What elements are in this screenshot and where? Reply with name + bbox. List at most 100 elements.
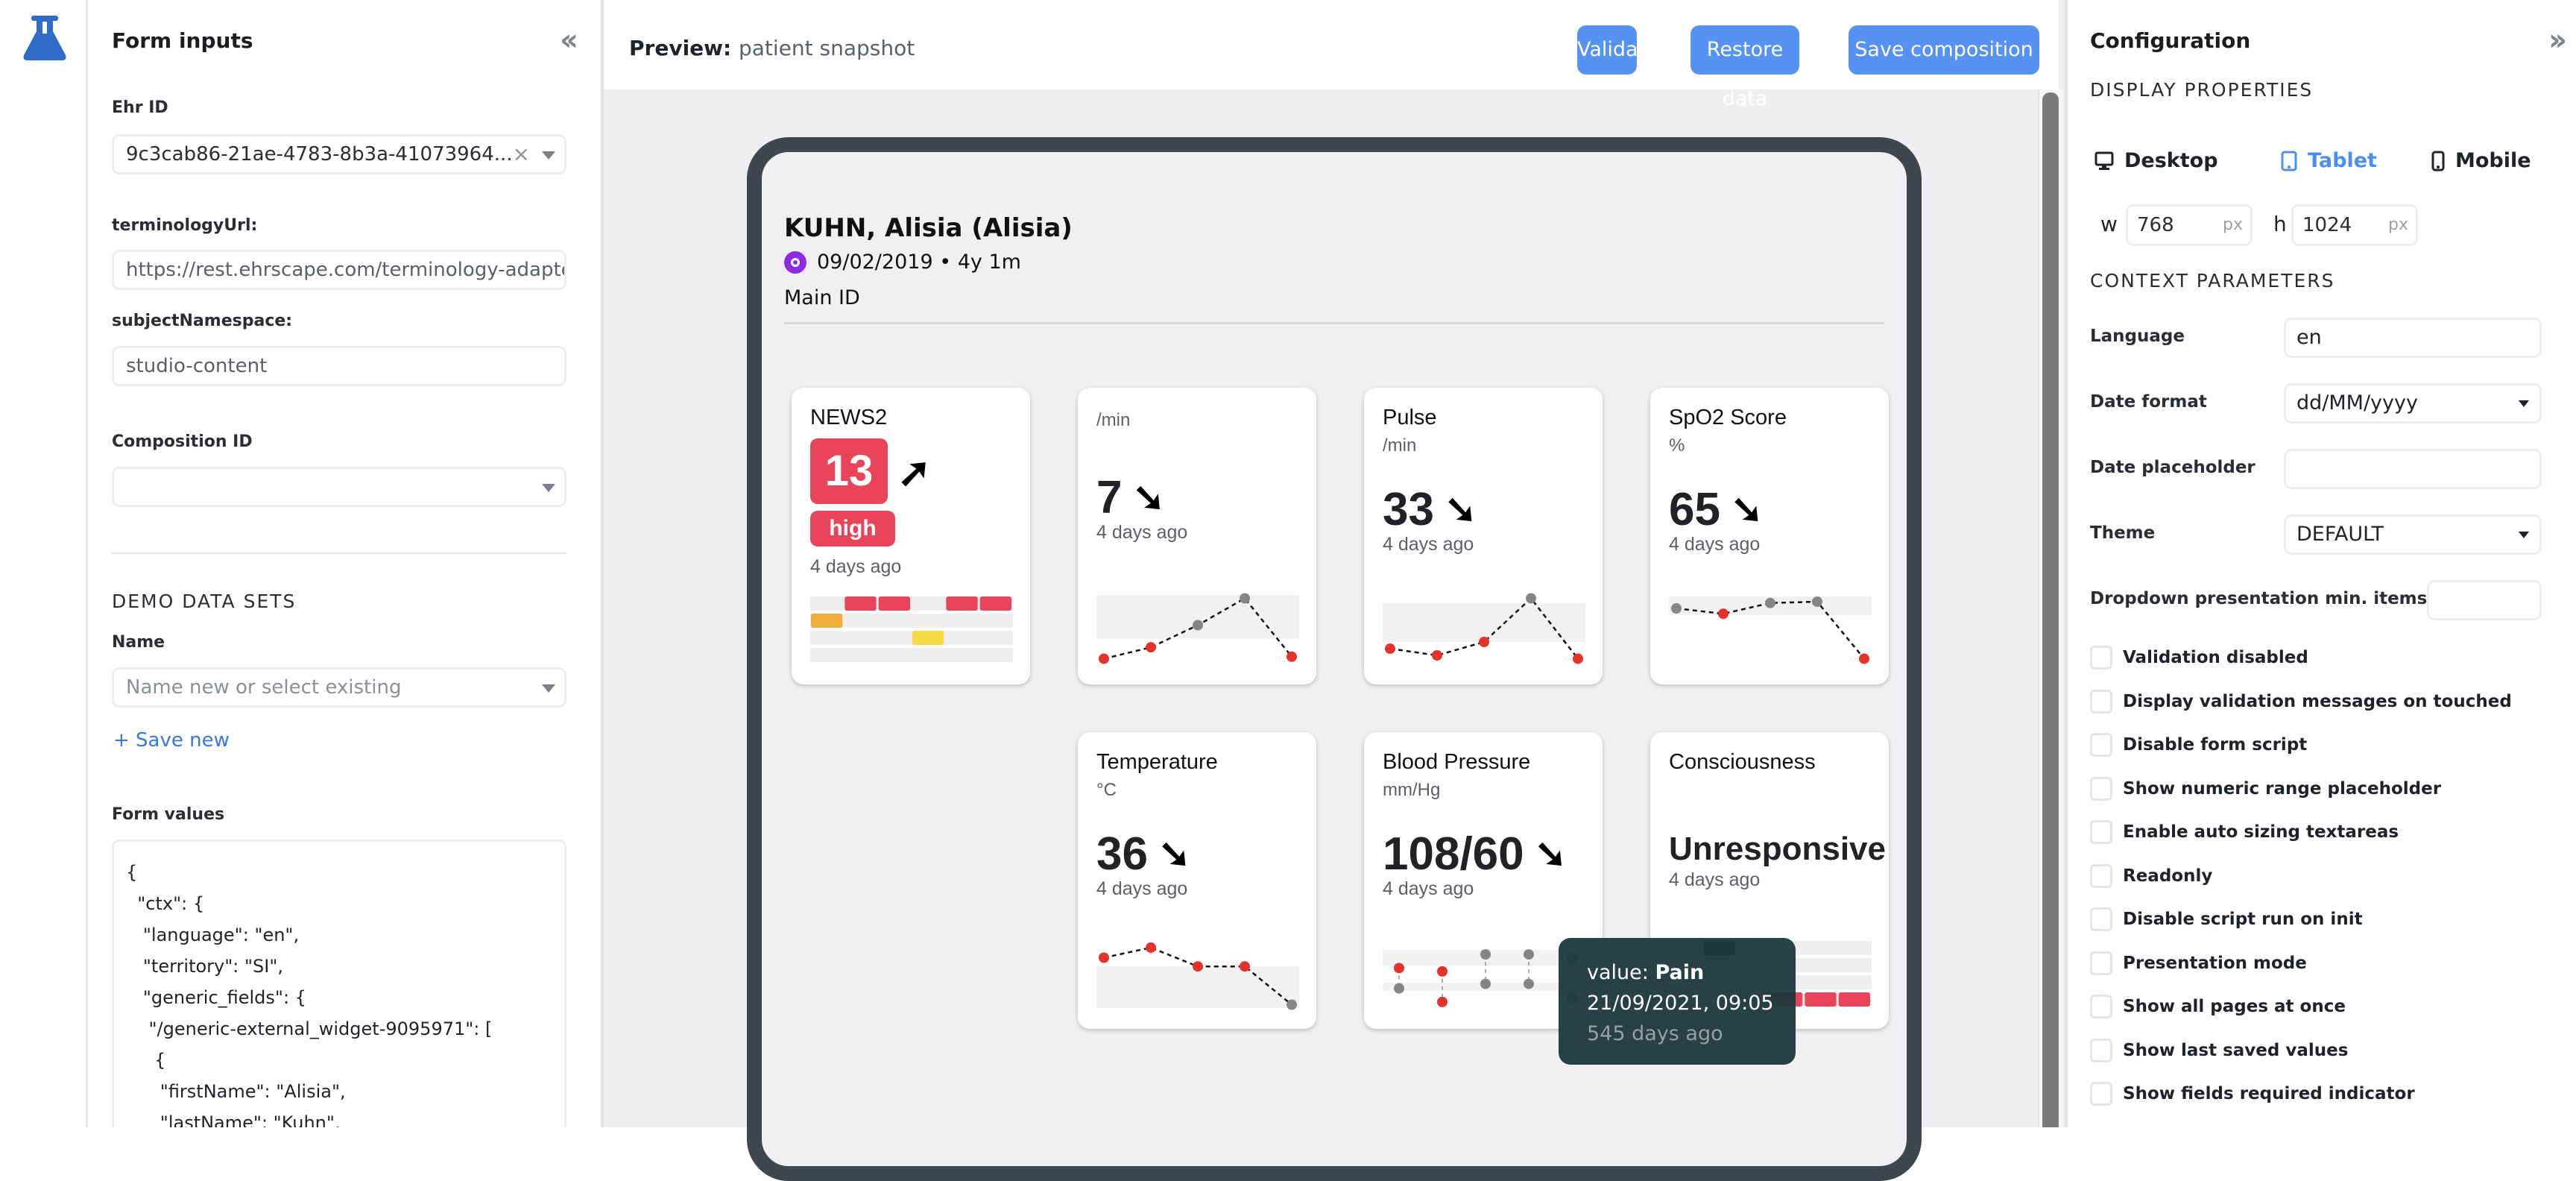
female-gender-icon — [784, 251, 806, 274]
card-ago: 4 days ago — [1383, 878, 1474, 899]
card-ago: 4 days ago — [810, 556, 902, 577]
language-input[interactable]: en — [2284, 318, 2542, 358]
risk-badge: high — [810, 511, 895, 547]
height-input[interactable]: 1024 px — [2291, 204, 2418, 246]
checkbox[interactable] — [2090, 733, 2112, 757]
divider — [112, 552, 566, 554]
chevron-down-icon[interactable] — [542, 684, 555, 693]
card-ago: 4 days ago — [1383, 534, 1474, 555]
theme-select[interactable]: DEFAULT — [2284, 514, 2542, 555]
checkbox-option[interactable]: Show all pages at once — [2090, 995, 2346, 1018]
dataset-name-select[interactable]: Name new or select existing — [112, 667, 566, 708]
respiration-card[interactable]: /min 7 ➘ 4 days ago — [1078, 388, 1316, 684]
date-placeholder-input[interactable] — [2284, 449, 2542, 489]
checkbox[interactable] — [2090, 646, 2112, 670]
card-ago: 4 days ago — [1669, 869, 1761, 890]
validate-button[interactable]: Validate — [1577, 25, 1658, 75]
theme-value: DEFAULT — [2296, 523, 2384, 546]
grid-cell — [845, 596, 877, 611]
clear-icon[interactable]: × — [513, 136, 530, 172]
mobile-icon — [2431, 151, 2445, 171]
patient-dob: 09/02/2019 • 4y 1m — [784, 251, 1021, 274]
checkbox[interactable] — [2090, 1082, 2112, 1106]
normal-range-band — [1096, 595, 1299, 639]
diastolic-point — [1394, 983, 1404, 994]
checkbox[interactable] — [2090, 689, 2112, 714]
data-point — [1479, 637, 1489, 647]
scrollbar-thumb[interactable] — [2042, 92, 2059, 1127]
date-format-select[interactable]: dd/MM/yyyy — [2284, 383, 2542, 423]
trend-down-icon: ➘ — [1534, 832, 1568, 876]
chevron-down-icon[interactable] — [2519, 400, 2529, 407]
composition-id-select[interactable] — [112, 467, 566, 507]
checkbox-option[interactable]: Show last saved values — [2090, 1038, 2348, 1062]
ehr-id-select[interactable]: 9c3cab86-21ae-4783-8b3a-41073964... × — [112, 134, 566, 174]
device-label: Mobile — [2455, 149, 2531, 172]
form-values-textarea[interactable]: { "ctx": { "language": "en", "territory"… — [112, 840, 566, 1127]
device-tablet[interactable]: Tablet — [2281, 149, 2377, 172]
device-selector: Desktop Tablet Mobile — [2094, 149, 2557, 179]
dataset-name-placeholder: Name new or select existing — [126, 676, 402, 699]
checkbox[interactable] — [2090, 1038, 2112, 1062]
news2-card[interactable]: NEWS2 13 ➚ high 4 days ago — [792, 388, 1030, 684]
dropdown-min-input[interactable] — [2427, 580, 2542, 620]
tooltip-value-line: value: Pain — [1587, 957, 1796, 988]
temperature-card[interactable]: Temperature °C 36 ➘ 4 days ago — [1078, 732, 1316, 1029]
checkbox-option[interactable]: Show fields required indicator — [2090, 1082, 2415, 1106]
checkbox-option[interactable]: Enable auto sizing textareas — [2090, 820, 2399, 844]
card-value-row: 108/60 ➘ — [1383, 828, 1567, 881]
card-ago: 4 days ago — [1096, 878, 1188, 899]
normal-range-band — [1096, 966, 1299, 1008]
device-mobile[interactable]: Mobile — [2431, 149, 2531, 172]
chevron-down-icon[interactable] — [542, 151, 555, 160]
checkbox[interactable] — [2090, 820, 2112, 844]
checkbox-option[interactable]: Disable form script — [2090, 733, 2307, 757]
width-input[interactable]: 768 px — [2126, 204, 2253, 246]
card-value: Unresponsive — [1669, 831, 1886, 867]
panel-title: Form inputs — [112, 28, 253, 53]
flask-icon[interactable] — [22, 15, 67, 61]
device-desktop[interactable]: Desktop — [2094, 149, 2218, 172]
checkbox[interactable] — [2090, 863, 2112, 888]
tablet-frame: KUHN, Alisia (Alisia) 09/02/2019 • 4y 1m… — [747, 137, 1922, 1181]
terminology-url-input[interactable]: https://rest.ehrscape.com/terminology-ad… — [112, 250, 566, 290]
diastolic-point — [1437, 996, 1448, 1007]
spo2-card[interactable]: SpO2 Score % 65 ➘ 4 days ago — [1650, 388, 1889, 684]
checkbox-option[interactable]: Readonly — [2090, 863, 2212, 888]
save-new-link[interactable]: + Save new — [113, 729, 230, 752]
restore-data-button[interactable]: Restore data — [1690, 25, 1799, 110]
preview-title-prefix: Preview: — [629, 36, 732, 60]
checkbox[interactable] — [2090, 776, 2112, 801]
card-value: 36 — [1096, 828, 1148, 880]
chevron-down-icon[interactable] — [542, 484, 555, 492]
card-unit: /min — [1096, 410, 1131, 430]
data-point — [1765, 597, 1775, 608]
data-point — [1385, 643, 1395, 654]
double-chevron-right-icon[interactable]: ›› — [2548, 25, 2567, 55]
checkbox[interactable] — [2090, 951, 2112, 975]
subject-namespace-input[interactable]: studio-content — [112, 346, 566, 386]
card-value-row: 36 ➘ — [1096, 828, 1191, 881]
respiration-sparkline — [1096, 593, 1299, 664]
preview-header: Preview: patient snapshot Validate Resto… — [604, 0, 2059, 110]
checkbox-option[interactable]: Display validation messages on touched — [2090, 689, 2512, 714]
data-point — [1573, 653, 1583, 664]
data-point — [1240, 593, 1250, 604]
form-values-label: Form values — [112, 805, 225, 824]
context-parameters-heading: CONTEXT PARAMETERS — [2090, 270, 2335, 292]
checkbox-option[interactable]: Presentation mode — [2090, 951, 2307, 975]
data-point — [1526, 593, 1536, 604]
checkbox-option[interactable]: Disable script run on init — [2090, 907, 2363, 931]
checkbox-option[interactable]: Validation disabled — [2090, 646, 2308, 670]
pulse-card[interactable]: Pulse /min 33 ➘ 4 days ago — [1364, 388, 1603, 684]
checkbox[interactable] — [2090, 995, 2112, 1018]
card-ago: 4 days ago — [1669, 534, 1761, 555]
double-chevron-left-icon[interactable]: ‹‹ — [560, 25, 578, 55]
checkbox[interactable] — [2090, 907, 2112, 931]
display-properties-heading: DISPLAY PROPERTIES — [2090, 79, 2314, 101]
card-value: 108/60 — [1383, 828, 1524, 880]
save-composition-button[interactable]: Save composition — [1849, 25, 2039, 75]
checkbox-option[interactable]: Show numeric range placeholder — [2090, 776, 2441, 801]
card-unit: mm/Hg — [1383, 780, 1441, 800]
chevron-down-icon[interactable] — [2519, 532, 2529, 538]
